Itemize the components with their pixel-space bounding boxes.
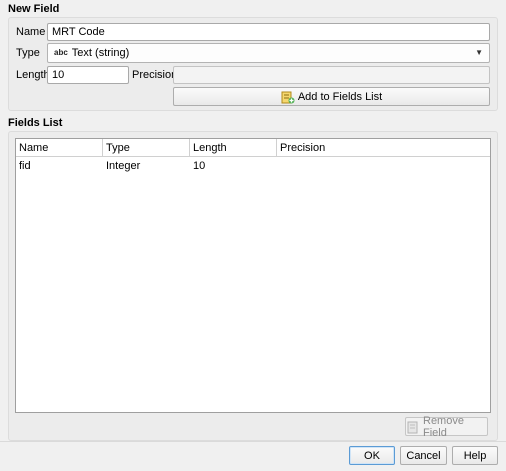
name-label: Name (16, 26, 46, 38)
column-header-length[interactable]: Length (190, 139, 277, 157)
length-input[interactable]: 10 (47, 66, 129, 84)
help-button[interactable]: Help (452, 446, 498, 465)
column-header-name[interactable]: Name (16, 139, 103, 157)
fields-list-group-title: Fields List (8, 117, 63, 129)
cell-precision (277, 157, 480, 175)
remove-button-label: Remove Field (423, 414, 464, 439)
column-header-precision[interactable]: Precision (277, 139, 490, 157)
type-select[interactable]: abc Text (string) ▼ (47, 43, 490, 63)
cell-type: Integer (106, 160, 141, 172)
type-select-value: Text (string) (71, 47, 130, 59)
cancel-button[interactable]: Cancel (400, 446, 447, 465)
remove-field-button[interactable]: Remove Field (405, 414, 488, 439)
ok-button[interactable]: OK (349, 446, 395, 465)
precision-label: Precision (132, 69, 178, 81)
add-button-label: Add to Fields List (297, 90, 383, 103)
remove-field-icon (406, 420, 420, 434)
new-field-group-title: New Field (8, 3, 60, 15)
length-label: Length (16, 69, 50, 81)
name-input[interactable]: MRT Code (47, 23, 490, 41)
type-label: Type (16, 47, 40, 59)
precision-input[interactable] (173, 66, 490, 84)
column-header-type[interactable]: Type (103, 139, 190, 157)
add-field-icon (281, 90, 295, 104)
fields-table[interactable]: Name Type Length Precision fid Integer 1… (15, 138, 491, 413)
cell-length: 10 (193, 160, 206, 172)
cell-name: fid (19, 160, 31, 172)
add-to-fields-list-button[interactable]: Add to Fields List (173, 87, 490, 106)
text-type-icon: abc (54, 48, 68, 57)
chevron-down-icon[interactable]: ▼ (475, 44, 483, 62)
